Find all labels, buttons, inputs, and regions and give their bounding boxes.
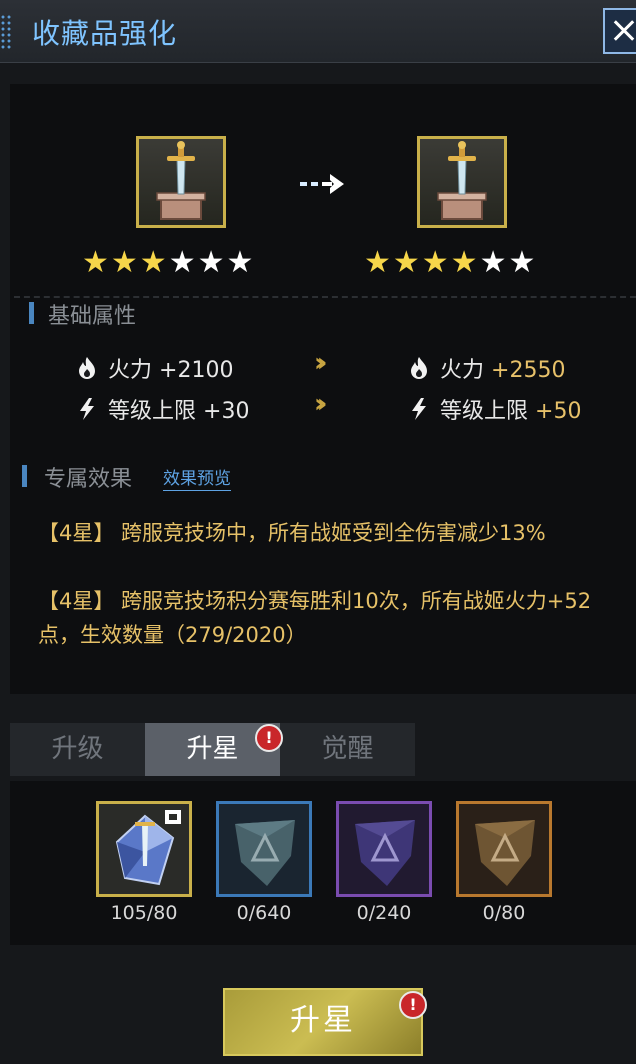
empty-stars: ★★ bbox=[479, 245, 538, 280]
empty-stars: ★★★ bbox=[168, 245, 256, 280]
effect-text-2: 【4星】 跨服竞技场积分赛每胜利10次，所有战姬火力+52点，生效数量（279/… bbox=[38, 589, 592, 647]
material-count: 105/80 bbox=[110, 902, 178, 924]
tab-awaken[interactable]: 觉醒 bbox=[280, 723, 415, 776]
orange-stone-icon bbox=[475, 820, 535, 886]
sword-shard-icon bbox=[115, 810, 181, 886]
attr-name: 火力 bbox=[440, 358, 485, 383]
current-star-rating: ★★★★★★ bbox=[82, 248, 255, 278]
attr-next-firepower: 火力 +2550 bbox=[408, 352, 565, 386]
material-count: 0/240 bbox=[356, 902, 412, 924]
base-attributes-heading: 基础属性 bbox=[48, 304, 137, 329]
button-alert-badge: ! bbox=[399, 991, 427, 1019]
close-button[interactable] bbox=[603, 8, 636, 54]
tab-alert-badge: ! bbox=[255, 724, 283, 752]
flame-icon bbox=[76, 356, 98, 386]
purple-stone-icon bbox=[355, 820, 415, 886]
material-slot-purple-stone[interactable] bbox=[336, 801, 432, 897]
tab-level-up[interactable]: 升级 bbox=[10, 723, 145, 776]
material-slot-orange-stone[interactable] bbox=[456, 801, 552, 897]
drag-grip-icon bbox=[0, 14, 12, 50]
material-count: 0/640 bbox=[236, 902, 292, 924]
tab-bar: 升级 升星 觉醒 bbox=[10, 723, 415, 776]
next-item-slot[interactable] bbox=[417, 136, 507, 228]
filled-stars: ★★★ bbox=[82, 245, 169, 280]
material-slot-teal-stone[interactable] bbox=[216, 801, 312, 897]
next-star-rating: ★★★★★★ bbox=[364, 248, 537, 278]
sword-relic-icon bbox=[156, 141, 206, 220]
upgrade-arrow-icon bbox=[300, 174, 344, 194]
attr-name: 等级上限 bbox=[108, 399, 197, 424]
section-marker bbox=[22, 465, 27, 487]
effect-preview-link[interactable]: 效果预览 bbox=[163, 464, 231, 491]
material-slot-sword-shard[interactable] bbox=[96, 801, 192, 897]
attr-value: +2100 bbox=[159, 358, 234, 383]
star-up-button[interactable]: 升星 bbox=[223, 988, 423, 1056]
sword-relic-icon bbox=[437, 141, 487, 220]
exclusive-effect-heading: 专属效果 bbox=[44, 467, 133, 492]
teal-stone-icon bbox=[235, 820, 295, 886]
attr-current-firepower: 火力 +2100 bbox=[76, 352, 233, 386]
chevron-right-icon: ›› bbox=[314, 389, 328, 419]
effect-text-1: 【4星】 跨服竞技场中，所有战姬受到全伤害减少13% bbox=[38, 521, 546, 545]
attr-name: 等级上限 bbox=[440, 399, 529, 424]
attr-current-level-cap: 等级上限 +30 bbox=[76, 393, 249, 427]
flame-icon bbox=[408, 356, 430, 386]
page-title: 收藏品强化 bbox=[32, 17, 178, 50]
chevron-right-icon: ›› bbox=[314, 348, 328, 378]
section-marker bbox=[29, 302, 34, 324]
window-header: 收藏品强化 bbox=[0, 0, 636, 63]
material-count: 0/80 bbox=[482, 902, 526, 924]
lightning-icon bbox=[408, 397, 430, 427]
filled-stars: ★★★★ bbox=[364, 245, 480, 280]
attr-value: +30 bbox=[203, 399, 250, 424]
lightning-icon bbox=[76, 397, 98, 427]
attr-value: +2550 bbox=[491, 358, 566, 383]
attr-next-level-cap: 等级上限 +50 bbox=[408, 393, 581, 427]
current-item-slot[interactable] bbox=[136, 136, 226, 228]
attr-value: +50 bbox=[535, 399, 582, 424]
attr-name: 火力 bbox=[108, 358, 153, 383]
